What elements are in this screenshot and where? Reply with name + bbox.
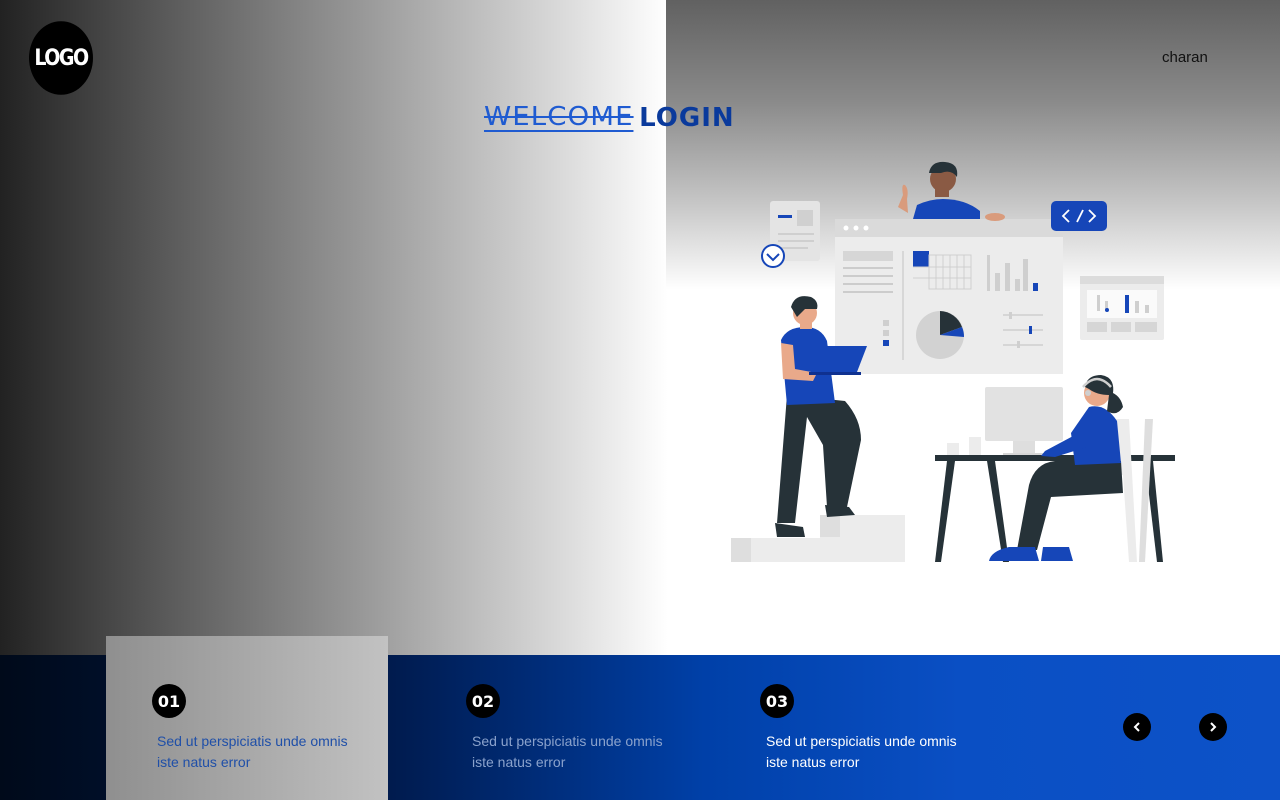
chevron-left-icon [1133,722,1140,732]
scroll-down-icon [761,244,785,268]
logo[interactable]: LOGO [29,21,93,95]
step-1-number-badge: 01 [152,684,186,718]
carousel-next-button[interactable] [1199,713,1227,741]
mini-chart-window [1080,276,1164,340]
step-2-text: Sed ut perspiciatis unde omnis iste natu… [472,733,663,770]
stairs [731,515,905,562]
dashboard-window [835,219,1063,374]
title-welcome: WELCOME [484,102,634,132]
title-login: LOGIN [639,103,735,133]
page-title: WELCOME LOGIN [484,98,735,138]
active-step-card[interactable] [106,636,388,800]
team-dashboard-illustration [731,161,1175,562]
code-tag-icon [1051,201,1107,231]
chevron-right-icon [1210,722,1217,732]
logo-text: LOGO [34,45,89,71]
step-3-number-badge: 03 [760,684,794,718]
carousel-prev-button[interactable] [1123,713,1151,741]
step-3-text: Sed ut perspiciatis unde omnis iste natu… [766,733,957,770]
waving-man-figure [898,161,1005,221]
step-2-number-badge: 02 [466,684,500,718]
username[interactable]: charan [1162,49,1208,66]
step-1-text: Sed ut perspiciatis unde omnis iste natu… [157,733,348,770]
